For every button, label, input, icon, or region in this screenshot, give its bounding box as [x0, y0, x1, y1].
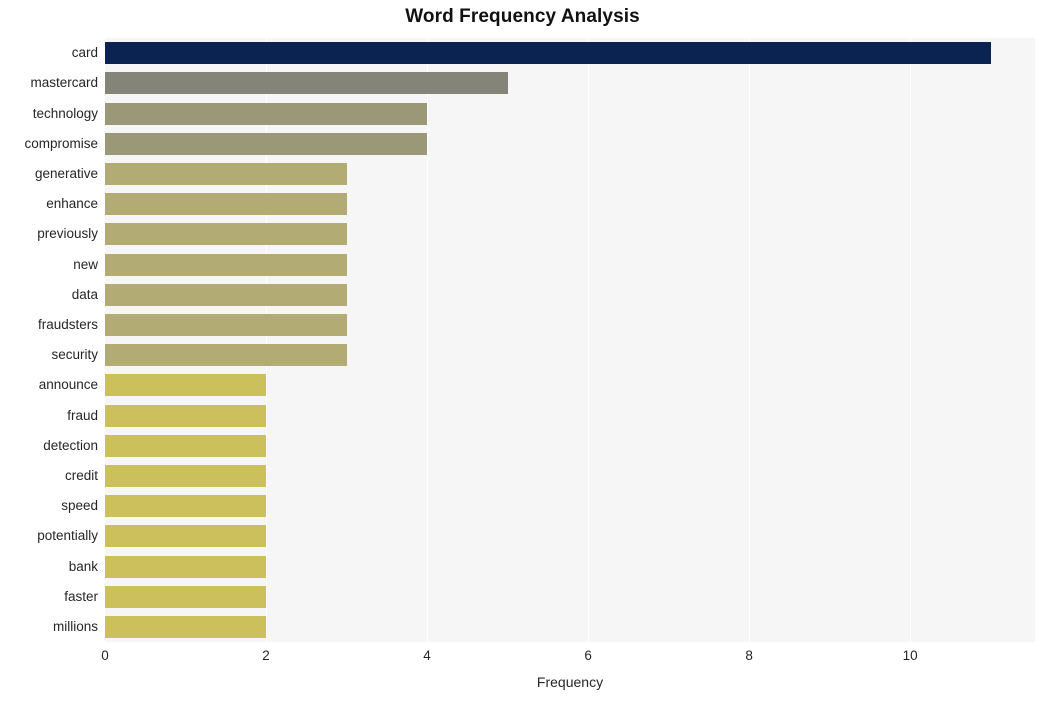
y-axis-tick-labels: card mastercard technology compromise genera…: [0, 38, 98, 642]
bar: [105, 404, 267, 427]
y-tick-label: card: [71, 45, 98, 61]
bars-container: [105, 38, 1035, 642]
y-tick-label: credit: [64, 467, 98, 483]
bar: [105, 374, 267, 397]
bar: [105, 102, 428, 125]
bar: [105, 42, 991, 65]
x-tick-label: 0: [101, 648, 109, 663]
chart-figure: Word Frequency Analysis card mastercard te…: [0, 0, 1045, 701]
bar: [105, 585, 267, 608]
bar: [105, 253, 347, 276]
x-axis-tick-labels: 0 2 4 6 8 10: [0, 648, 1045, 670]
y-tick-label: generative: [34, 165, 98, 181]
y-tick-label: faster: [64, 588, 98, 604]
y-tick-label: announce: [38, 377, 98, 393]
x-tick-label: 10: [902, 648, 918, 663]
plot-area: [105, 38, 1035, 642]
y-tick-label: data: [71, 286, 98, 302]
y-tick-label: technology: [32, 105, 98, 121]
y-tick-label: security: [51, 347, 98, 363]
x-tick-label: 4: [423, 648, 431, 663]
y-tick-label: compromise: [24, 135, 98, 151]
y-tick-label: speed: [61, 498, 98, 514]
x-axis-title: Frequency: [536, 674, 604, 690]
bar: [105, 313, 347, 336]
y-tick-label: new: [73, 256, 98, 272]
bar: [105, 464, 267, 487]
bar: [105, 434, 267, 457]
y-tick-label: millions: [52, 618, 98, 634]
bar: [105, 283, 347, 306]
y-tick-label: previously: [37, 226, 98, 242]
y-tick-label: fraudsters: [37, 316, 98, 332]
y-tick-label: mastercard: [30, 75, 98, 91]
bar: [105, 72, 508, 95]
bar: [105, 132, 428, 155]
chart-title: Word Frequency Analysis: [405, 6, 640, 27]
y-tick-label: potentially: [37, 528, 98, 544]
bar: [105, 162, 347, 185]
x-tick-label: 8: [745, 648, 753, 663]
bar: [105, 525, 267, 548]
y-tick-label: bank: [68, 558, 98, 574]
bar: [105, 193, 347, 216]
y-tick-label: detection: [43, 437, 98, 453]
y-tick-label: enhance: [46, 196, 98, 212]
bar: [105, 344, 347, 367]
bar: [105, 223, 347, 246]
x-tick-label: 2: [262, 648, 270, 663]
bar: [105, 615, 267, 638]
bar: [105, 555, 267, 578]
bar: [105, 495, 267, 518]
x-tick-label: 6: [584, 648, 592, 663]
y-tick-label: fraud: [67, 407, 98, 423]
